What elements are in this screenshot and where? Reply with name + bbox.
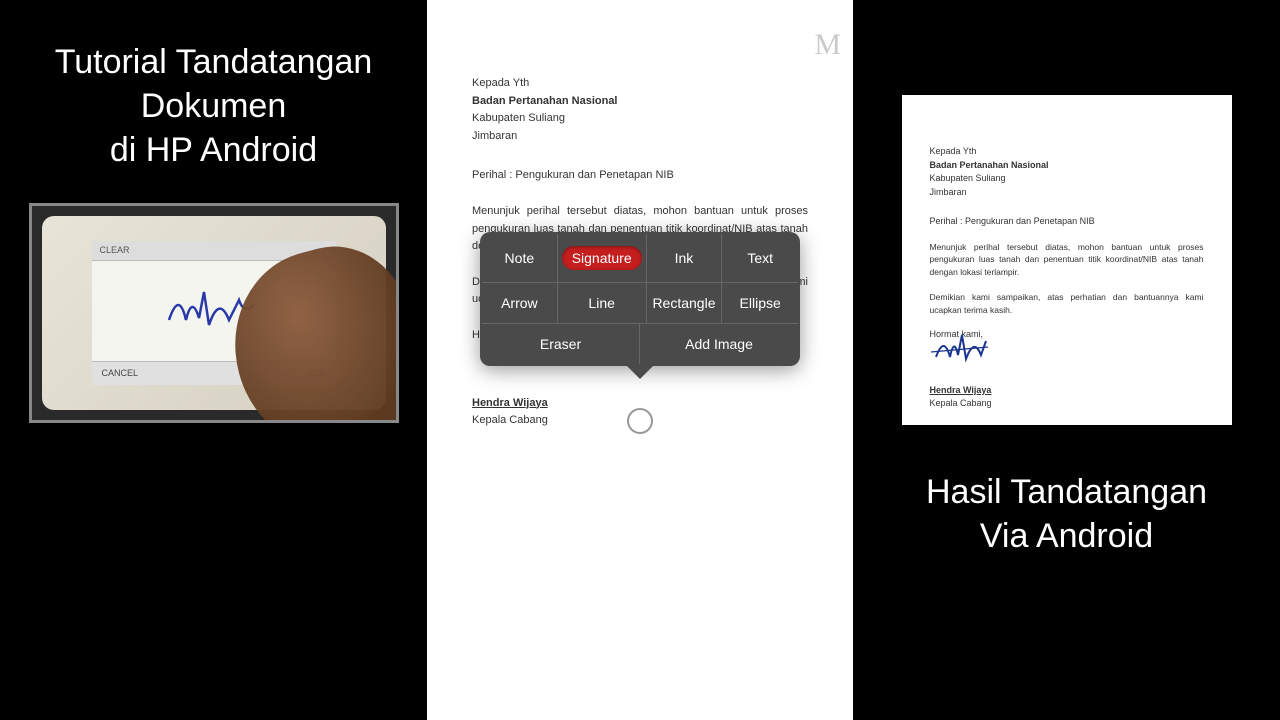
result-signature-icon — [926, 327, 996, 372]
note-tool-button[interactable]: Note — [482, 234, 558, 283]
result-signer-title: Kepala Cabang — [930, 397, 1204, 411]
popup-tail-icon — [626, 365, 654, 379]
clear-button-label: CLEAR — [100, 245, 130, 255]
right-panel: Kepada Yth Badan Pertanahan Nasional Kab… — [853, 0, 1280, 720]
cancel-button-label: CANCEL — [102, 368, 139, 378]
result-closing: Demikian kami sampaikan, atas perhatian … — [930, 291, 1204, 317]
text-tool-button[interactable]: Text — [722, 234, 798, 283]
result-address-3: Kabupaten Suliang — [930, 172, 1204, 186]
result-address-4: Jimbaran — [930, 186, 1204, 200]
doc-address-3: Kabupaten Suliang — [472, 110, 808, 128]
title-line-3: di HP Android — [55, 128, 373, 172]
result-title-line-1: Hasil Tandatangan — [926, 470, 1207, 514]
drag-handle-icon[interactable] — [627, 408, 653, 434]
doc-address-4: Jimbaran — [472, 128, 808, 146]
left-panel: Tutorial Tandatangan Dokumen di HP Andro… — [0, 0, 427, 720]
center-panel: M Kepada Yth Badan Pertanahan Nasional K… — [427, 0, 853, 720]
result-document: Kepada Yth Badan Pertanahan Nasional Kab… — [902, 95, 1232, 425]
annotation-tool-popup: Note Signature Ink Text Arrow Line Recta… — [480, 232, 800, 366]
result-title: Hasil Tandatangan Via Android — [926, 470, 1207, 558]
line-tool-button[interactable]: Line — [558, 283, 647, 324]
tutorial-title: Tutorial Tandatangan Dokumen di HP Andro… — [55, 40, 373, 173]
add-image-tool-button[interactable]: Add Image — [640, 324, 798, 364]
result-title-line-2: Via Android — [926, 514, 1207, 558]
result-signer-name: Hendra Wijaya — [930, 384, 1204, 398]
title-line-1: Tutorial Tandatangan — [55, 40, 373, 84]
watermark-letter: M — [814, 28, 841, 62]
signature-tool-button[interactable]: Signature — [558, 234, 647, 283]
rectangle-tool-button[interactable]: Rectangle — [647, 283, 723, 324]
result-address-2: Badan Pertanahan Nasional — [930, 159, 1204, 173]
doc-subject: Perihal : Pengukuran dan Penetapan NIB — [472, 167, 808, 185]
result-subject: Perihal : Pengukuran dan Penetapan NIB — [930, 215, 1204, 229]
ink-tool-button[interactable]: Ink — [647, 234, 723, 283]
doc-address-1: Kepada Yth — [472, 75, 808, 93]
arrow-tool-button[interactable]: Arrow — [482, 283, 558, 324]
phone-photo: CLEAR CANCEL ADD — [29, 203, 399, 423]
eraser-tool-button[interactable]: Eraser — [482, 324, 640, 364]
title-line-2: Dokumen — [55, 84, 373, 128]
ellipse-tool-button[interactable]: Ellipse — [722, 283, 798, 324]
result-body: Menunjuk perihal tersebut diatas, mohon … — [930, 241, 1204, 279]
doc-address-2: Badan Pertanahan Nasional — [472, 93, 808, 111]
result-address-1: Kepada Yth — [930, 145, 1204, 159]
